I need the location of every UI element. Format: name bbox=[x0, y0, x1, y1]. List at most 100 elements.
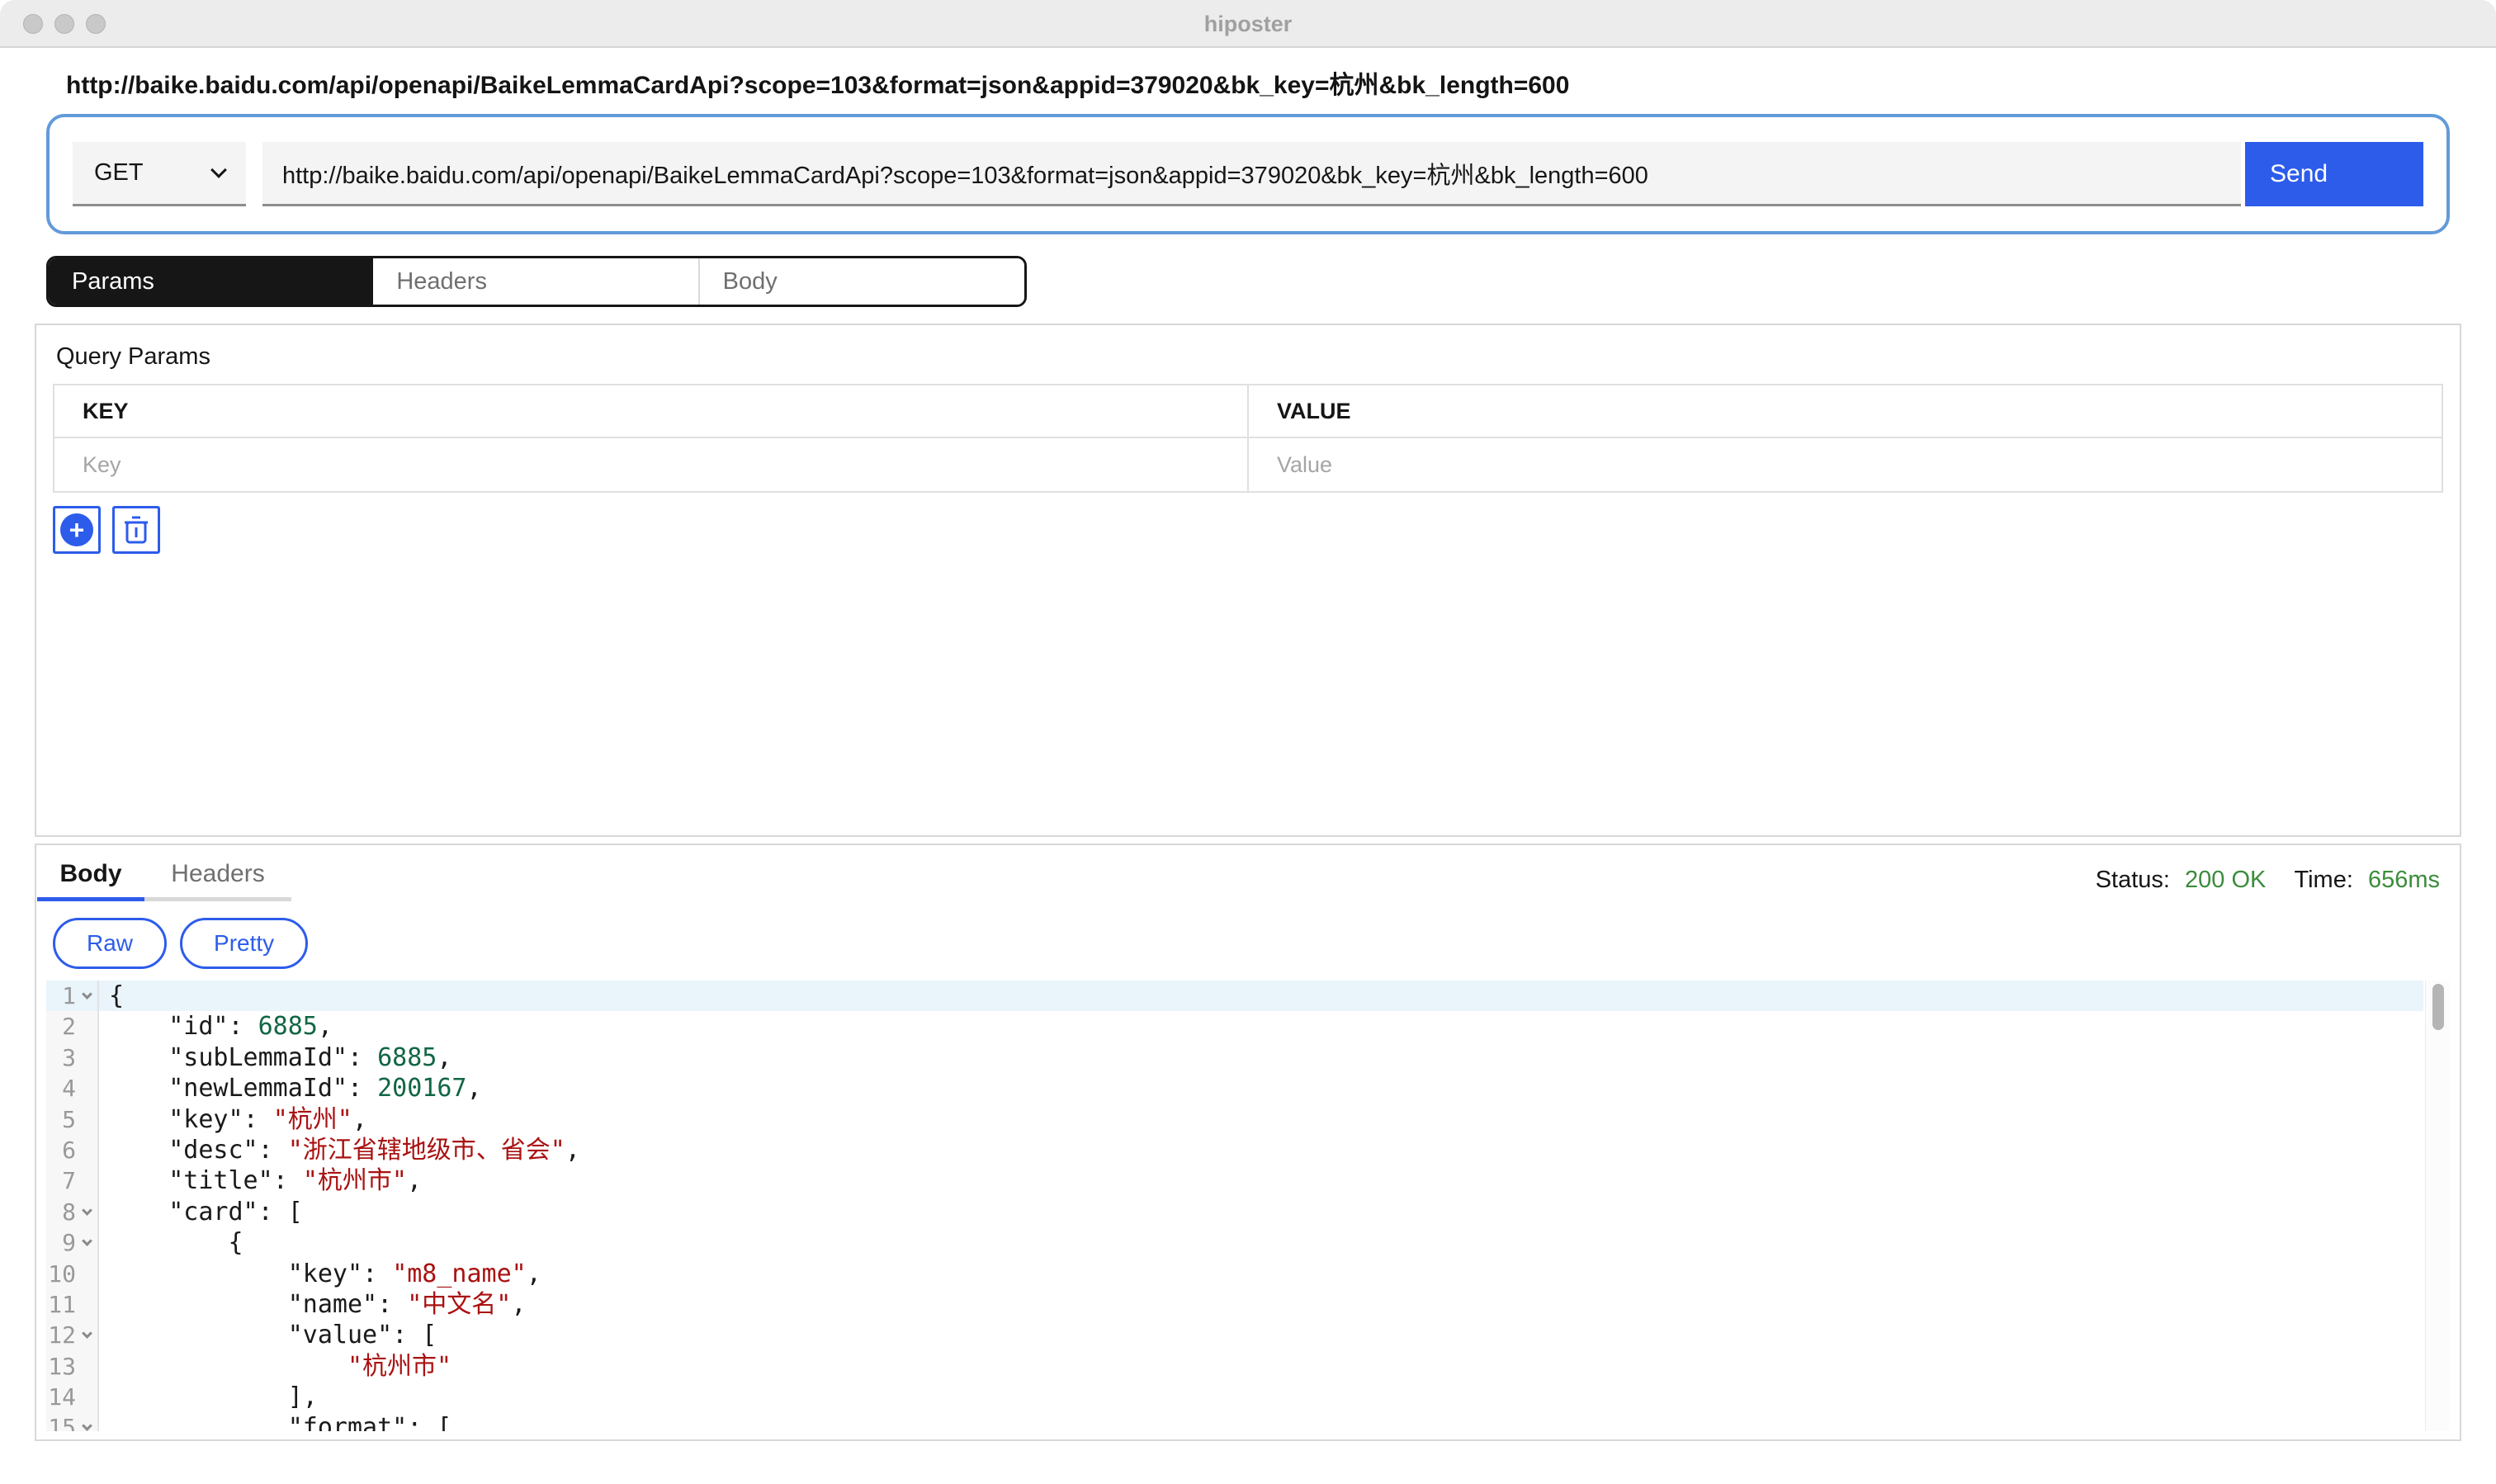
line-number-gutter: 15 bbox=[46, 1412, 99, 1431]
add-param-button[interactable]: + bbox=[53, 506, 101, 554]
line-number: 2 bbox=[46, 1011, 76, 1042]
code-text: "subLemmaId": 6885, bbox=[99, 1042, 2423, 1073]
line-number: 11 bbox=[46, 1289, 76, 1320]
code-text: "title": "杭州市", bbox=[99, 1165, 2423, 1196]
response-view-buttons: Raw Pretty bbox=[53, 918, 2460, 969]
code-text: "card": [ bbox=[99, 1197, 2423, 1227]
line-number-gutter: 3 bbox=[46, 1042, 99, 1073]
table-row bbox=[54, 437, 2442, 492]
line-number-gutter: 9 bbox=[46, 1227, 99, 1258]
tab-body[interactable]: Body bbox=[698, 258, 1024, 305]
code-line: 4 "newLemmaId": 200167, bbox=[46, 1073, 2423, 1104]
code-line: 10 "key": "m8_name", bbox=[46, 1259, 2423, 1289]
response-body-editor[interactable]: 1{2 "id": 6885,3 "subLemmaId": 6885,4 "n… bbox=[46, 981, 2450, 1431]
response-panel: BodyHeaders Status: 200 OK Time: 656ms R… bbox=[35, 844, 2461, 1441]
code-line: 7 "title": "杭州市", bbox=[46, 1165, 2423, 1196]
code-line: 6 "desc": "浙江省辖地级市、省会", bbox=[46, 1135, 2423, 1165]
line-number: 6 bbox=[46, 1135, 76, 1165]
method-select[interactable]: GET bbox=[73, 142, 246, 206]
fold-arrow-icon[interactable] bbox=[82, 1421, 92, 1431]
query-params-title: Query Params bbox=[56, 343, 2443, 371]
code-text: "id": 6885, bbox=[99, 1011, 2423, 1042]
code-line: 11 "name": "中文名", bbox=[46, 1289, 2423, 1320]
code-text: "name": "中文名", bbox=[99, 1289, 2423, 1320]
status-label: Status: bbox=[2096, 867, 2170, 893]
fold-arrow-icon[interactable] bbox=[82, 1236, 92, 1246]
code-text: "format": [ bbox=[99, 1412, 2423, 1431]
time-label: Time: bbox=[2294, 867, 2352, 893]
line-number-gutter: 14 bbox=[46, 1382, 99, 1412]
line-number-gutter: 7 bbox=[46, 1165, 99, 1196]
delete-param-button[interactable] bbox=[112, 506, 160, 554]
code-text: { bbox=[99, 1227, 2423, 1258]
line-number: 4 bbox=[46, 1073, 76, 1104]
response-tab-headers[interactable]: Headers bbox=[144, 853, 291, 901]
code-text: "杭州市" bbox=[99, 1351, 2423, 1382]
editor-scrollbar[interactable] bbox=[2425, 981, 2450, 1431]
code-text: ], bbox=[99, 1382, 2423, 1412]
line-number: 10 bbox=[46, 1259, 76, 1289]
fold-arrow-icon[interactable] bbox=[82, 989, 92, 1000]
scrollbar-thumb[interactable] bbox=[2432, 984, 2444, 1030]
line-number-gutter: 2 bbox=[46, 1011, 99, 1042]
request-tabs: ParamsHeadersBody bbox=[46, 256, 1027, 307]
response-tab-body[interactable]: Body bbox=[37, 853, 144, 901]
tab-headers[interactable]: Headers bbox=[373, 258, 697, 305]
chevron-down-icon bbox=[210, 162, 227, 178]
line-number: 7 bbox=[46, 1165, 76, 1196]
code-line: 12 "value": [ bbox=[46, 1320, 2423, 1350]
line-number-gutter: 4 bbox=[46, 1073, 99, 1104]
code-line: 3 "subLemmaId": 6885, bbox=[46, 1042, 2423, 1073]
url-input[interactable] bbox=[262, 142, 2241, 206]
request-bar: GET Send bbox=[46, 114, 2450, 234]
code-line: 13 "杭州市" bbox=[46, 1351, 2423, 1382]
window-titlebar: hiposter bbox=[0, 0, 2496, 48]
response-status: Status: 200 OK Time: 656ms bbox=[2096, 867, 2440, 894]
line-number: 3 bbox=[46, 1042, 76, 1073]
param-value-input[interactable] bbox=[1249, 438, 2442, 491]
line-number: 8 bbox=[46, 1197, 76, 1227]
line-number: 13 bbox=[46, 1351, 76, 1382]
line-number-gutter: 10 bbox=[46, 1259, 99, 1289]
request-url-heading: http://baike.baidu.com/api/openapi/Baike… bbox=[66, 64, 2496, 101]
code-line: 8 "card": [ bbox=[46, 1197, 2423, 1227]
send-button[interactable]: Send bbox=[2245, 142, 2423, 206]
time-value: 656ms bbox=[2368, 867, 2440, 893]
code-text: "key": "m8_name", bbox=[99, 1259, 2423, 1289]
code-text: { bbox=[99, 981, 2423, 1011]
param-row-actions: + bbox=[53, 506, 2443, 554]
tab-params[interactable]: Params bbox=[49, 258, 373, 305]
params-panel: Query Params KEY VALUE + bbox=[35, 324, 2461, 837]
fold-arrow-icon[interactable] bbox=[82, 1205, 92, 1216]
trash-icon bbox=[123, 515, 149, 545]
line-number: 12 bbox=[46, 1320, 76, 1350]
line-number-gutter: 8 bbox=[46, 1197, 99, 1227]
line-number: 1 bbox=[46, 981, 76, 1011]
code-text: "value": [ bbox=[99, 1320, 2423, 1350]
line-number: 14 bbox=[46, 1382, 76, 1412]
code-text: "newLemmaId": 200167, bbox=[99, 1073, 2423, 1104]
window-title: hiposter bbox=[0, 0, 2496, 48]
value-column-header: VALUE bbox=[1248, 385, 2442, 437]
code-line: 15 "format": [ bbox=[46, 1412, 2423, 1431]
code-line: 2 "id": 6885, bbox=[46, 1011, 2423, 1042]
param-key-input[interactable] bbox=[54, 438, 1247, 491]
line-number-gutter: 13 bbox=[46, 1351, 99, 1382]
line-number-gutter: 6 bbox=[46, 1135, 99, 1165]
code-line: 1{ bbox=[46, 981, 2423, 1011]
response-code-lines: 1{2 "id": 6885,3 "subLemmaId": 6885,4 "n… bbox=[46, 981, 2423, 1431]
key-column-header: KEY bbox=[54, 385, 1248, 437]
line-number-gutter: 1 bbox=[46, 981, 99, 1011]
line-number: 15 bbox=[46, 1412, 76, 1431]
line-number: 5 bbox=[46, 1104, 76, 1135]
code-line: 14 ], bbox=[46, 1382, 2423, 1412]
pretty-button[interactable]: Pretty bbox=[180, 918, 308, 969]
line-number: 9 bbox=[46, 1227, 76, 1258]
method-select-value: GET bbox=[94, 159, 144, 187]
line-number-gutter: 12 bbox=[46, 1320, 99, 1350]
fold-arrow-icon[interactable] bbox=[82, 1328, 92, 1339]
raw-button[interactable]: Raw bbox=[53, 918, 167, 969]
code-text: "key": "杭州", bbox=[99, 1104, 2423, 1135]
code-text: "desc": "浙江省辖地级市、省会", bbox=[99, 1135, 2423, 1165]
line-number-gutter: 11 bbox=[46, 1289, 99, 1320]
